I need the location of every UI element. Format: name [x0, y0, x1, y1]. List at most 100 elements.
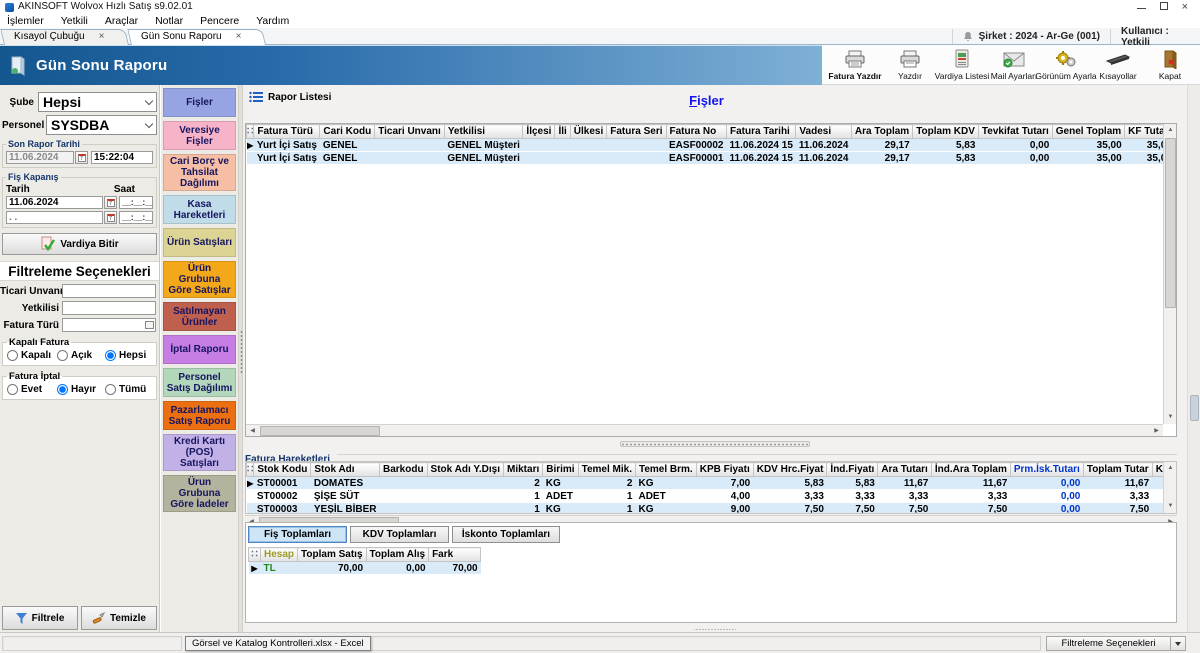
report-button-kredi-karti-pos[interactable]: Kredi Kartı (POS) Satışları [163, 434, 236, 471]
tab-gun-sonu-raporu[interactable]: Gün Sonu Raporu× [131, 29, 266, 45]
column-header[interactable]: Fatura Seri [607, 125, 666, 139]
column-header[interactable]: Fatura Tarihi [727, 125, 796, 139]
column-header[interactable]: Toplam Tutar [1083, 463, 1152, 477]
personel-select[interactable]: SYSDBA [46, 115, 157, 135]
invoices-vscrollbar[interactable]: ▲ ▼ [1163, 124, 1176, 424]
report-button-pazarlamaci-satis[interactable]: Pazarlamacı Satış Raporu [163, 401, 236, 430]
report-button-iptal-raporu[interactable]: İptal Raporu [163, 335, 236, 364]
column-header[interactable]: Yetkilisi [444, 125, 523, 139]
column-header[interactable]: Prm.İsk.Tutarı [1010, 463, 1083, 477]
panel-scroll-thumb[interactable] [1190, 395, 1199, 421]
column-header[interactable]: Fark [429, 548, 481, 562]
column-header[interactable]: Fatura Türü [254, 125, 320, 139]
report-button-satilmayan-urunler[interactable]: Satılmayan Ürünler [163, 302, 236, 331]
kapanis-date-input[interactable]: 11.06.2024 [6, 196, 103, 209]
radio-acik[interactable]: Açık [57, 350, 105, 361]
radio-evet[interactable]: Evet [7, 384, 57, 395]
column-header[interactable]: Ara Tutarı [878, 463, 932, 477]
report-button-personel-satis[interactable]: Personel Satış Dağılımı [163, 368, 236, 397]
minimize-button[interactable] [1137, 2, 1146, 12]
menu-yardim[interactable]: Yardım [256, 15, 289, 27]
kisayollar-button[interactable]: Kısayollar [1092, 46, 1144, 84]
radio-hepsi[interactable]: Hepsi [105, 350, 146, 361]
scroll-right-icon[interactable]: ▶ [1150, 425, 1163, 437]
column-header[interactable]: KF Tutarı [1125, 125, 1163, 139]
yetkilisi-input[interactable] [62, 301, 156, 315]
calendar-icon[interactable]: 7 [104, 196, 117, 209]
calendar-icon[interactable]: 7 [104, 211, 117, 224]
tab-fis-toplamlari[interactable]: Fiş Toplamları [248, 526, 347, 543]
temizle-button[interactable]: Temizle [81, 606, 157, 630]
menu-notlar[interactable]: Notlar [155, 15, 183, 27]
calendar-icon[interactable]: 7 [75, 151, 88, 164]
column-header[interactable]: Barkodu [379, 463, 427, 477]
column-header[interactable]: Tevkifat Tutarı [978, 125, 1052, 139]
yazdir-button[interactable]: Yazdır [884, 46, 936, 84]
radio-tumu[interactable]: Tümü [105, 384, 146, 395]
kapanis-time-input[interactable]: __:__:__ [119, 196, 153, 209]
sube-select[interactable]: Hepsi [38, 92, 157, 112]
ticari-unvani-input[interactable] [62, 284, 156, 298]
filtreleme-secenekleri-button[interactable]: Filtreleme Seçenekleri [1046, 636, 1186, 651]
column-header[interactable]: Ülkesi [570, 125, 606, 139]
vardiya-listesi-button[interactable]: Vardiya Listesi [936, 46, 988, 84]
vardiya-bitir-button[interactable]: Vardiya Bitir [2, 233, 157, 255]
column-header[interactable]: Cari Kodu [320, 125, 375, 139]
column-header[interactable]: Genel Toplam [1052, 125, 1124, 139]
column-header[interactable]: Stok Kodu [254, 463, 311, 477]
radio-kapali[interactable]: Kapalı [7, 350, 57, 361]
hareketler-vscrollbar[interactable]: ▲ ▼ [1163, 462, 1176, 513]
column-header[interactable]: Ticari Unvanı [375, 125, 445, 139]
kapat-button[interactable]: Kapat [1144, 46, 1196, 84]
column-header[interactable]: İlçesi [523, 125, 555, 139]
report-button-urun-satislari[interactable]: Ürün Satışları [163, 228, 236, 257]
menu-yetkili[interactable]: Yetkili [61, 15, 88, 27]
scroll-up-icon[interactable]: ▲ [1164, 462, 1177, 475]
column-header[interactable]: Fatura No [666, 125, 726, 139]
maximize-button[interactable] [1160, 2, 1168, 12]
report-button-urun-grubuna-iadeler[interactable]: Ürun Grubuna Göre İadeler [163, 475, 236, 512]
horizontal-splitter[interactable] [243, 440, 1186, 448]
menu-pencere[interactable]: Pencere [200, 15, 239, 27]
gorunum-ayarla-button[interactable]: Görünüm Ayarla [1040, 46, 1092, 84]
table-row[interactable]: ST00002ŞİŞE SÜT1ADET1ADET4,003,333,333,3… [247, 490, 1164, 503]
column-header[interactable]: Toplam KDV [913, 125, 979, 139]
column-header[interactable]: İnd.Ara Toplam [931, 463, 1010, 477]
dropdown-arrow-icon[interactable] [1170, 637, 1185, 650]
column-header[interactable]: Temel Mik. [578, 463, 635, 477]
table-row[interactable]: ▶Yurt İçi SatışGENELGENEL MüşteriEASF000… [247, 139, 1164, 152]
mail-ayarlari-button[interactable]: Mail Ayarları [988, 46, 1040, 84]
tab-kisayol-cubugu[interactable]: Kısayol Çubuğu× [4, 29, 129, 45]
menu-araclar[interactable]: Araçlar [105, 15, 138, 27]
column-header[interactable]: İli [555, 125, 570, 139]
column-header[interactable]: KPB Fiyatı [696, 463, 753, 477]
column-header[interactable]: Stok Adı [311, 463, 380, 477]
table-row[interactable]: ▶TL70,000,0070,00 [249, 562, 481, 575]
report-button-veresiye-fisler[interactable]: Veresiye Fişler [163, 121, 236, 150]
report-button-cari-borc[interactable]: Cari Borç ve Tahsilat Dağılımı [163, 154, 236, 191]
tab-close-icon[interactable]: × [236, 31, 242, 42]
column-header[interactable]: KDV Hrc.Fiyat [753, 463, 827, 477]
fatura-turu-input[interactable] [62, 318, 156, 332]
column-header[interactable]: Toplam Satış [298, 548, 367, 562]
menu-islemler[interactable]: İşlemler [7, 15, 44, 27]
column-header[interactable]: Vadesi [796, 125, 852, 139]
table-row[interactable]: ST00003YEŞİL BİBER1KG1KG9,007,507,507,50… [247, 503, 1164, 514]
tab-kdv-toplamlari[interactable]: KDV Toplamları [350, 526, 449, 543]
lookup-icon[interactable] [145, 321, 154, 329]
fatura-yazdir-button[interactable]: Fatura Yazdır [826, 46, 884, 84]
tab-close-icon[interactable]: × [99, 31, 105, 42]
tab-iskonto-toplamlari[interactable]: İskonto Toplamları [452, 526, 560, 543]
column-header[interactable]: Ara Toplam [851, 125, 912, 139]
kapanis-time2-input[interactable]: __:__:__ [119, 211, 153, 224]
column-header[interactable]: KDV li Toplam [1152, 463, 1163, 477]
column-header[interactable]: Birimi [543, 463, 578, 477]
column-header[interactable]: Hesap [261, 548, 298, 562]
filtrele-button[interactable]: Filtrele [2, 606, 78, 630]
close-button[interactable]: × [1182, 2, 1188, 12]
invoices-hscrollbar[interactable]: ◀ ▶ [246, 424, 1163, 436]
kapanis-date2-input[interactable]: . . [6, 211, 103, 224]
report-button-kasa-hareketleri[interactable]: Kasa Hareketleri [163, 195, 236, 224]
radio-hayir[interactable]: Hayır [57, 384, 105, 395]
column-header[interactable]: İnd.Fiyatı [827, 463, 878, 477]
